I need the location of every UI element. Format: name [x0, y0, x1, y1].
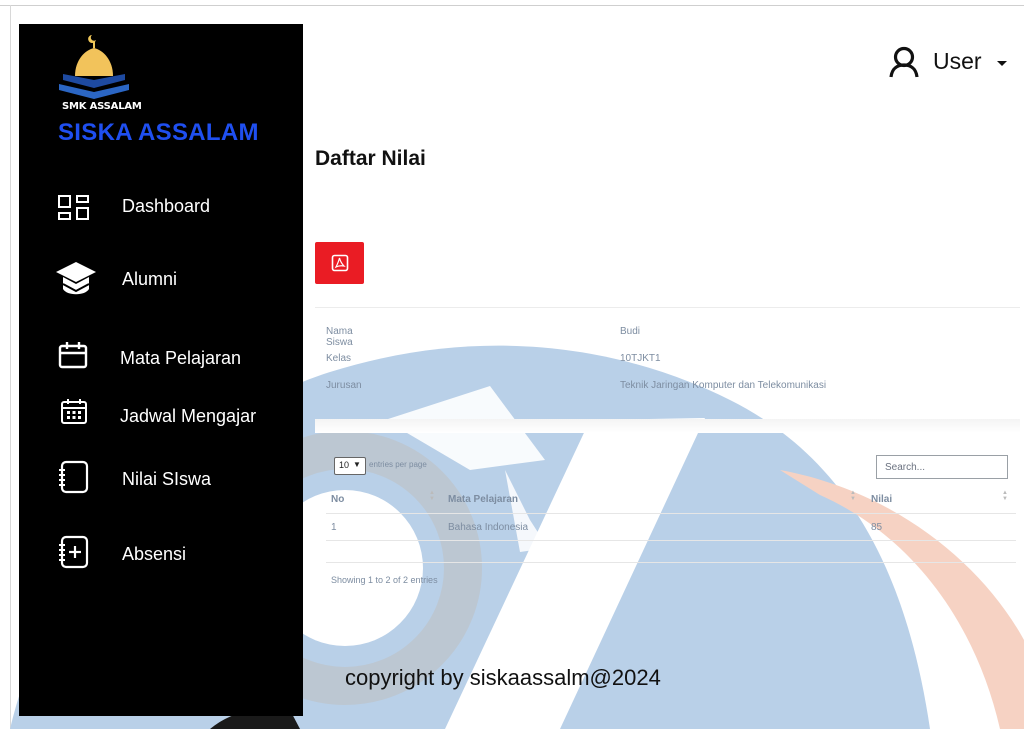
- chevron-down-icon: [997, 61, 1007, 66]
- sidebar-item-label: Dashboard: [122, 196, 211, 216]
- user-label: User: [933, 48, 982, 74]
- info-value: 10TJKT1: [620, 353, 661, 364]
- cell-nilai: 85: [871, 522, 883, 533]
- entries-value: 10: [339, 460, 350, 470]
- export-pdf-button[interactable]: [315, 242, 364, 284]
- sidebar-item-label: Jadwal Mengajar: [120, 406, 257, 426]
- sidebar-item-label: Nilai SIswa: [122, 469, 212, 489]
- column-header-no[interactable]: No: [331, 494, 344, 505]
- card-separator: [315, 419, 1020, 433]
- sidebar-item-mata-pelajaran[interactable]: Mata Pelajaran: [19, 336, 303, 380]
- table-row-border: [326, 540, 1016, 541]
- entries-label: entries per page: [369, 460, 427, 469]
- table-info: Showing 1 to 2 of 2 entries: [331, 575, 438, 585]
- page-title: Daftar Nilai: [315, 147, 426, 170]
- sidebar-item-absensi[interactable]: Absensi: [19, 530, 303, 574]
- dashboard-grid-icon: [58, 195, 89, 220]
- sidebar-item-jadwal-mengajar[interactable]: Jadwal Mengajar: [19, 394, 303, 438]
- sort-icon[interactable]: ▲ ▼: [1002, 490, 1008, 502]
- sidebar-item-alumni[interactable]: Alumni: [19, 256, 303, 300]
- calendar-icon: [58, 342, 88, 369]
- info-label: Kelas: [326, 353, 352, 364]
- pdf-icon: [331, 254, 349, 272]
- column-header-nilai[interactable]: Nilai: [871, 494, 892, 505]
- sidebar-item-label: Alumni: [122, 269, 178, 289]
- graduation-cap-icon: [56, 262, 96, 295]
- table-header-border: [326, 513, 1016, 514]
- cell-no: 1: [331, 522, 337, 533]
- sidebar-item-nilai-siswa[interactable]: Nilai SIswa: [19, 455, 303, 499]
- divider: [315, 307, 1020, 308]
- brand-name: SISKA ASSALAM: [58, 119, 259, 146]
- cell-mata-pelajaran: Bahasa Indonesia: [448, 522, 529, 533]
- copyright-text: copyright by siskaassalm@2024: [345, 665, 661, 690]
- sidebar-item-dashboard[interactable]: Dashboard: [19, 184, 303, 228]
- table-bottom-border: [326, 562, 1016, 563]
- search-input[interactable]: [876, 455, 1008, 479]
- sidebar-item-label: Mata Pelajaran: [120, 348, 242, 368]
- sort-icon[interactable]: ▲ ▼: [429, 490, 435, 502]
- calendar-grid-icon: [61, 399, 87, 424]
- chevron-down-icon: ▼: [353, 460, 361, 469]
- column-header-mata-pelajaran[interactable]: Mata Pelajaran: [448, 494, 518, 505]
- info-value: Teknik Jaringan Komputer dan Telekomunik…: [620, 380, 827, 391]
- entries-per-page-select[interactable]: 10 ▼: [334, 457, 366, 475]
- sidebar-item-label: Absensi: [122, 544, 187, 564]
- info-label: Jurusan: [326, 380, 362, 391]
- school-logo: [59, 35, 129, 99]
- logo-caption: SMK ASSALAM: [62, 101, 142, 112]
- notebook-add-icon: [59, 535, 89, 569]
- info-label: Nama Siswa: [326, 326, 353, 348]
- sidebar: SMK ASSALAM SISKA ASSALAM Dashboard Alum…: [19, 24, 303, 716]
- sort-icon[interactable]: ▲ ▼: [850, 490, 856, 502]
- user-icon: [889, 46, 919, 78]
- notebook-icon: [59, 460, 89, 494]
- info-value: Budi: [620, 326, 641, 337]
